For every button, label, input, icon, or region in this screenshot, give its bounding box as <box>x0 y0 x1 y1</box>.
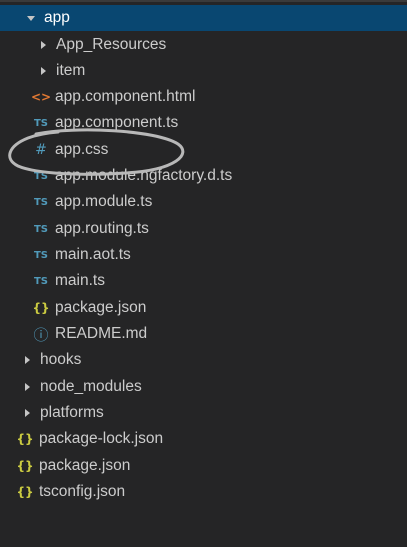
folder-hooks[interactable]: hooks <box>0 347 407 373</box>
file-app-css[interactable]: # app.css <box>0 137 407 163</box>
file-label: app.component.html <box>55 88 196 105</box>
file-app-routing-ts[interactable]: TS app.routing.ts <box>0 216 407 242</box>
folder-label: App_Resources <box>56 36 167 53</box>
chevron-right-icon[interactable] <box>20 374 34 400</box>
chevron-right-icon[interactable] <box>20 347 34 373</box>
typescript-file-icon: TS <box>33 223 49 235</box>
file-package-json[interactable]: {} package.json <box>0 453 407 479</box>
folder-label: platforms <box>40 404 104 421</box>
file-label: app.module.ngfactory.d.ts <box>55 167 233 184</box>
file-app-module-ngfactory-d-ts[interactable]: TS app.module.ngfactory.d.ts <box>0 163 407 189</box>
file-app-package-json[interactable]: {} package.json <box>0 295 407 321</box>
folder-node-modules[interactable]: node_modules <box>0 374 407 400</box>
file-app-component-html[interactable]: <> app.component.html <box>0 84 407 110</box>
file-package-lock-json[interactable]: {} package-lock.json <box>0 426 407 452</box>
folder-app-resources[interactable]: App_Resources <box>0 32 407 58</box>
chevron-right-icon[interactable] <box>36 32 50 58</box>
file-app-module-ts[interactable]: TS app.module.ts <box>0 189 407 215</box>
file-main-aot-ts[interactable]: TS main.aot.ts <box>0 242 407 268</box>
json-file-icon: {} <box>32 301 50 315</box>
css-file-icon: # <box>35 142 47 158</box>
folder-label: item <box>56 62 86 79</box>
typescript-file-icon: TS <box>33 249 49 261</box>
file-label: package-lock.json <box>39 430 164 447</box>
file-label: main.ts <box>55 272 105 289</box>
file-label: app.css <box>55 141 109 158</box>
file-main-ts[interactable]: TS main.ts <box>0 268 407 294</box>
folder-platforms[interactable]: platforms <box>0 400 407 426</box>
file-readme-md[interactable]: ⓘ README.md <box>0 321 407 347</box>
file-label: main.aot.ts <box>55 246 131 263</box>
file-label: package.json <box>55 299 147 316</box>
file-label: app.module.ts <box>55 193 153 210</box>
json-file-icon: {} <box>16 459 34 473</box>
html-file-icon: <> <box>30 90 52 104</box>
folder-label: app <box>44 9 70 26</box>
folder-label: node_modules <box>40 378 142 395</box>
file-label: app.routing.ts <box>55 220 149 237</box>
folder-item[interactable]: item <box>0 58 407 84</box>
info-icon: ⓘ <box>33 325 49 344</box>
folder-label: hooks <box>40 351 82 368</box>
file-app-component-ts[interactable]: TS app.component.ts <box>0 110 407 136</box>
json-file-icon: {} <box>16 485 34 499</box>
chevron-down-icon[interactable] <box>24 5 38 31</box>
file-label: tsconfig.json <box>39 483 126 500</box>
chevron-right-icon[interactable] <box>20 400 34 426</box>
file-label: app.component.ts <box>55 114 179 131</box>
typescript-file-icon: TS <box>33 170 49 182</box>
file-explorer-tree: app App_Resources item <> app.component.… <box>0 0 407 547</box>
chevron-right-icon[interactable] <box>36 58 50 84</box>
json-file-icon: {} <box>16 432 34 446</box>
file-tsconfig-json[interactable]: {} tsconfig.json <box>0 479 407 505</box>
typescript-file-icon: TS <box>33 196 49 208</box>
file-label: README.md <box>55 325 148 342</box>
folder-app[interactable]: app <box>0 5 407 31</box>
typescript-file-icon: TS <box>33 117 49 129</box>
file-label: package.json <box>39 457 131 474</box>
typescript-file-icon: TS <box>33 275 49 287</box>
